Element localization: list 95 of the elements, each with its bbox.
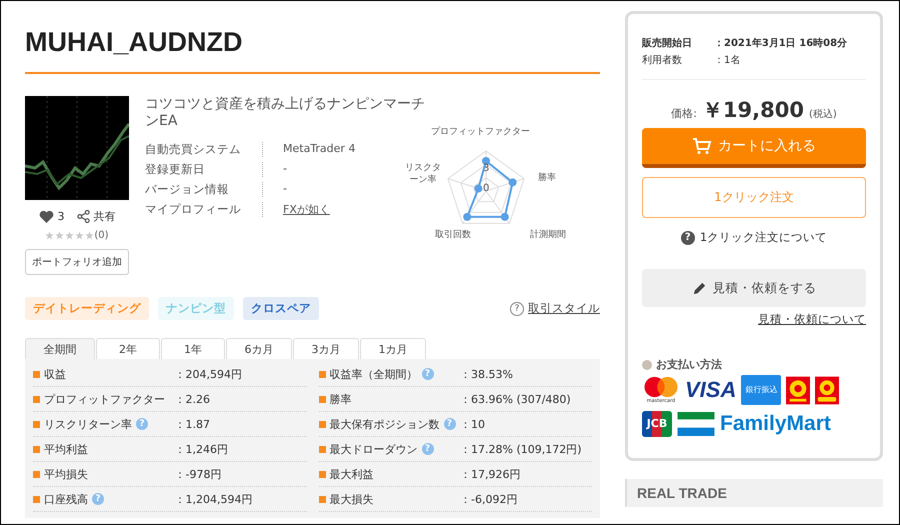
tax-note: (税込) [808, 108, 837, 121]
portfolio-add-button[interactable]: ポートフォリオ追加 [25, 249, 129, 275]
period-tab[interactable]: 6カ月 [226, 338, 292, 359]
bullet-icon [642, 360, 652, 370]
sale-start-value: ：2021年3月1日 16時08分 [714, 36, 848, 50]
heart-icon[interactable] [38, 210, 54, 223]
info-label: マイプロフィール [145, 202, 263, 217]
quote-info-link[interactable]: 見積・依頼について [758, 312, 866, 327]
bullet-icon [318, 496, 326, 502]
stat-value: ：1,204,594円 [174, 492, 254, 506]
store-logo [677, 412, 715, 436]
price-label: 価格: [671, 106, 697, 121]
bank-transfer-logo: 銀行振込 [741, 375, 782, 405]
like-count: 3 [58, 210, 64, 223]
period-tab[interactable]: 3カ月 [293, 338, 359, 359]
bullet-icon [318, 396, 326, 402]
stat-label: 勝率 [330, 392, 352, 406]
product-headline: コツコツと資産を積み上げるナンピンマーチンEA [145, 96, 426, 130]
bullet-icon [33, 496, 40, 502]
radar-point [463, 212, 472, 221]
help-icon[interactable]: ? [510, 302, 524, 316]
bullet-icon [318, 370, 326, 378]
stat-value: ：1.87 [174, 416, 211, 432]
bullet-icon [33, 446, 40, 452]
store-logo [815, 376, 840, 404]
stat-label: 最大保有ポジション数 [330, 416, 440, 432]
stat-label: 最大ドローダウン [330, 442, 418, 456]
radar-axis-label: 計測期間 [530, 229, 566, 241]
pen-icon [692, 280, 706, 296]
info-label: バージョン情報 [145, 182, 263, 197]
stat-label: プロフィットファクター [44, 392, 165, 406]
share-link[interactable]: 共有 [94, 209, 116, 224]
card-logo: VISA [685, 376, 736, 404]
bullet-icon [33, 420, 40, 428]
info-value: - [282, 182, 288, 197]
bullet-icon [318, 446, 326, 452]
info-label: 登録更新日 [145, 162, 263, 177]
period-tab[interactable]: 1年 [161, 338, 225, 359]
users-label: 利用者数 [642, 54, 683, 67]
period-tab[interactable]: 2年 [96, 338, 160, 359]
users-value: ：1名 [714, 54, 742, 67]
stat-value: ：2.26 [174, 392, 211, 406]
stat-value: ：204,594円 [174, 366, 243, 382]
stat-value: ：10 [460, 416, 486, 432]
page-title: MUHAI_AUDNZD [25, 27, 244, 58]
trading-style-link[interactable]: 取引スタイル [528, 301, 600, 316]
point-logo [786, 376, 810, 404]
stat-value: ：63.96% (307/480) [460, 392, 572, 406]
bullet-icon [33, 370, 40, 378]
info-value: - [282, 162, 288, 177]
stat-value: ：-6,092円 [460, 492, 518, 506]
radar-axis-label: プロフィットファクター [431, 126, 530, 138]
radar-point [474, 184, 482, 193]
stat-label: 収益率（全期間） [330, 366, 418, 382]
store-logo: FamilyMart [720, 411, 831, 437]
stat-label: リスクリターン率 [44, 416, 132, 432]
stat-label: 平均利益 [44, 442, 88, 456]
radar-axis-label: 取引回数 [435, 229, 471, 241]
sale-start-label: 販売開始日 [642, 36, 693, 50]
style-tag[interactable]: クロスペア [243, 297, 319, 320]
cart-icon [692, 137, 712, 155]
bullet-icon [318, 470, 326, 478]
stat-label: 最大利益 [330, 466, 374, 482]
bullet-icon [318, 420, 326, 428]
bullet-icon [33, 396, 40, 402]
card-logo: JCB [642, 411, 672, 437]
stat-label: 収益 [44, 366, 66, 382]
info-value: MetaTrader 4 [282, 142, 356, 157]
radar-tick: 0 [483, 183, 490, 194]
profile-link[interactable]: FXが如く [263, 202, 383, 217]
stat-value: ：17,926円 [460, 466, 522, 482]
radar-axis-label: 勝率 [538, 172, 556, 184]
stat-label: 最大損失 [330, 492, 374, 506]
period-tab[interactable]: 全期間 [25, 338, 95, 359]
share-icon[interactable] [76, 210, 90, 223]
radar-axis-label: リスクターン率 [404, 162, 442, 186]
quote-request-button[interactable]: 見積・依頼をする [642, 269, 866, 307]
radar-point [482, 157, 490, 165]
period-tab[interactable]: 1カ月 [360, 338, 426, 359]
stat-label: 平均損失 [44, 466, 88, 482]
radar-point [500, 212, 509, 221]
section-title: REAL TRADE [637, 485, 727, 501]
price-amount: ￥19,800 [702, 97, 804, 124]
help-icon[interactable]: ? [680, 230, 695, 244]
one-click-help-link[interactable]: 1クリック注文について [700, 230, 828, 245]
bullet-icon [33, 470, 40, 478]
info-label: 自動売買システム [145, 142, 263, 157]
stat-value: ：1,246円 [174, 442, 229, 456]
stat-value: ：38.53% [460, 366, 514, 382]
stat-value: ：17.28% (109,172円) [460, 442, 583, 456]
review-count: (0) [94, 230, 109, 241]
radar-point [508, 178, 517, 186]
stat-label: 口座残高 [44, 492, 88, 506]
payment-title: お支払い方法 [656, 357, 722, 372]
stat-value: ：-978円 [174, 466, 222, 482]
